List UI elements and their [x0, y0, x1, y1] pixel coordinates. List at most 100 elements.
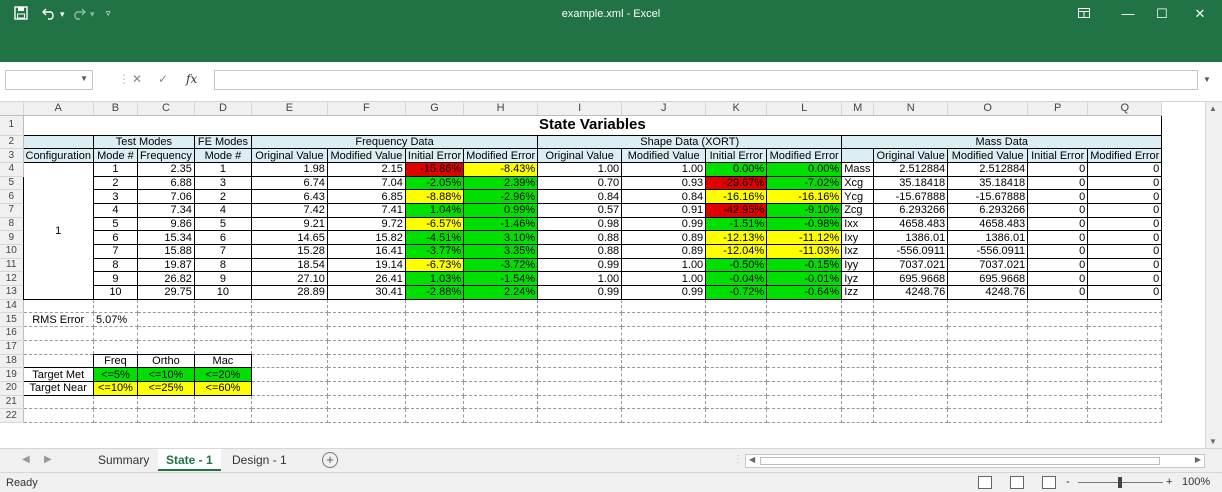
cell[interactable]	[93, 395, 138, 410]
data-cell-k[interactable]: -29.67%	[705, 175, 768, 191]
data-cell-b[interactable]: 6	[92, 230, 138, 245]
legend-header[interactable]: Mac	[193, 353, 252, 369]
tab-scroll-left-icon[interactable]: ◀	[22, 454, 30, 465]
row-header[interactable]: 20	[0, 381, 24, 396]
data-cell-d[interactable]: 5	[193, 216, 252, 232]
cell[interactable]	[947, 299, 1029, 314]
cell[interactable]	[705, 299, 768, 314]
data-cell-o[interactable]: -556.0911	[947, 244, 1029, 259]
data-cell-e[interactable]: 6.74	[250, 175, 328, 191]
data-cell-n[interactable]: 6.293266	[873, 202, 949, 218]
cell[interactable]	[947, 367, 1029, 382]
cell[interactable]	[194, 299, 252, 314]
row-header[interactable]: 19	[0, 367, 24, 382]
cell[interactable]	[621, 299, 707, 314]
data-cell-q[interactable]: 0	[1087, 230, 1163, 245]
cell[interactable]	[841, 340, 875, 355]
data-cell-e[interactable]: 15.28	[250, 244, 328, 259]
vertical-scrollbar[interactable]: ▲ ▼	[1205, 102, 1222, 448]
data-cell-i[interactable]: 1.00	[537, 271, 623, 287]
column-header-f[interactable]: F	[327, 102, 406, 116]
scroll-right-icon[interactable]: ▶	[1195, 455, 1201, 464]
data-cell-p[interactable]: 0	[1027, 257, 1089, 273]
data-cell-i[interactable]: 0.57	[537, 202, 623, 218]
data-cell-g[interactable]: -3.77%	[404, 244, 465, 259]
column-header-n[interactable]: N	[873, 102, 949, 116]
target-near-value[interactable]: <=25%	[136, 380, 195, 396]
data-cell-k[interactable]: -12.13%	[705, 230, 768, 245]
data-cell-n[interactable]: 1386.01	[873, 230, 949, 245]
minimize-button[interactable]: —	[1117, 5, 1139, 23]
data-cell-b[interactable]: 3	[92, 189, 138, 204]
cell[interactable]	[463, 408, 539, 423]
cell[interactable]	[1027, 381, 1089, 396]
data-cell-f[interactable]: 9.72	[326, 216, 406, 232]
data-cell-c[interactable]: 7.34	[136, 202, 195, 218]
close-button[interactable]: ✕	[1189, 5, 1211, 23]
data-cell-h[interactable]: -8.43%	[463, 161, 539, 177]
column-heading[interactable]: Mode #	[92, 148, 138, 163]
cell[interactable]	[621, 340, 707, 355]
cell[interactable]	[537, 299, 623, 314]
cell[interactable]	[251, 326, 328, 341]
data-cell-c[interactable]: 6.88	[136, 175, 195, 191]
cell[interactable]	[705, 354, 768, 369]
page-break-view-icon[interactable]	[1042, 476, 1056, 489]
data-cell-h[interactable]: -3.72%	[463, 257, 539, 273]
page-layout-view-icon[interactable]	[1010, 476, 1024, 489]
horizontal-scrollbar[interactable]: ◀ ▶	[745, 454, 1205, 468]
cell[interactable]	[327, 408, 406, 423]
data-cell-q[interactable]: 0	[1087, 257, 1163, 273]
horizontal-scroll-thumb[interactable]	[760, 457, 1160, 465]
data-cell-k[interactable]: -16.16%	[705, 189, 768, 204]
scroll-left-icon[interactable]: ◀	[749, 455, 755, 464]
cell[interactable]	[463, 395, 539, 410]
cell[interactable]	[405, 408, 465, 423]
data-cell-e[interactable]: 14.65	[250, 230, 328, 245]
data-cell-l[interactable]: -11.03%	[766, 244, 843, 259]
data-cell-j[interactable]: 0.89	[621, 244, 707, 259]
data-cell-d[interactable]: 7	[193, 244, 252, 259]
column-heading[interactable]: Initial Error	[705, 148, 768, 163]
row-header[interactable]: 18	[0, 354, 24, 369]
cell[interactable]	[251, 381, 328, 396]
cell[interactable]	[947, 340, 1029, 355]
ribbon-display-icon[interactable]	[1073, 5, 1095, 23]
data-cell-e[interactable]: 28.89	[250, 285, 328, 300]
cell[interactable]	[947, 381, 1029, 396]
cell[interactable]	[194, 340, 252, 355]
enter-icon[interactable]: ✓	[158, 72, 168, 86]
target-met-value[interactable]: <=5%	[92, 367, 138, 382]
cell[interactable]	[463, 312, 539, 328]
target-met-label[interactable]: Target Met	[22, 367, 94, 382]
column-header-j[interactable]: J	[621, 102, 707, 116]
data-cell-f[interactable]: 19.14	[326, 257, 406, 273]
cell[interactable]	[137, 326, 195, 341]
cell[interactable]	[251, 395, 328, 410]
cell[interactable]	[766, 299, 843, 314]
column-heading[interactable]: Original Value	[250, 148, 328, 163]
cell[interactable]	[873, 312, 949, 328]
data-cell-g[interactable]: -2.05%	[404, 175, 465, 191]
data-cell-p[interactable]: 0	[1027, 244, 1089, 259]
data-cell-e[interactable]: 9.21	[250, 216, 328, 232]
data-cell-d[interactable]: 8	[193, 257, 252, 273]
data-cell-m[interactable]: Ycg	[841, 189, 875, 204]
data-cell-g[interactable]: -2.88%	[404, 285, 465, 300]
column-header-e[interactable]: E	[251, 102, 328, 116]
cell[interactable]	[841, 381, 875, 396]
cell[interactable]	[194, 408, 252, 423]
data-cell-g[interactable]: -4.51%	[404, 230, 465, 245]
data-cell-m[interactable]: Zcg	[841, 202, 875, 218]
data-cell-f[interactable]: 6.85	[326, 189, 406, 204]
cell[interactable]	[405, 340, 465, 355]
data-cell-l[interactable]: -0.98%	[766, 216, 843, 232]
cell[interactable]	[463, 367, 539, 382]
data-cell-m[interactable]: Mass	[841, 161, 875, 177]
expand-formula-bar-icon[interactable]: ▼	[1203, 75, 1211, 84]
row-header[interactable]: 9	[0, 230, 24, 245]
column-header-k[interactable]: K	[705, 102, 768, 116]
cell[interactable]	[463, 326, 539, 341]
data-cell-f[interactable]: 26.41	[326, 271, 406, 287]
cell[interactable]	[405, 299, 465, 314]
